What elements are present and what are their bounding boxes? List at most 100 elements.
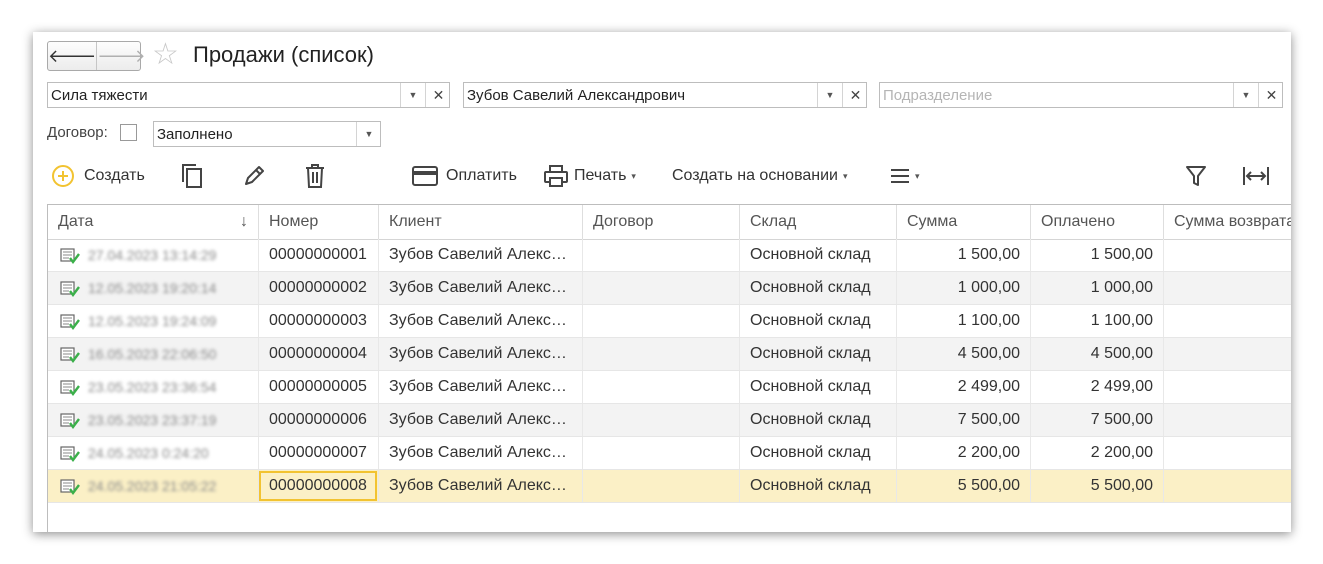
column-header-paid[interactable]: Оплачено — [1030, 205, 1163, 239]
client-field[interactable]: Зубов Савелий Александрович ▼ ✕ — [463, 82, 867, 108]
column-header-date[interactable]: Дата ↓ — [48, 205, 258, 239]
favorite-star-icon[interactable]: ☆ — [152, 40, 179, 70]
cell-client[interactable]: Зубов Савелий Александрович — [378, 338, 582, 370]
cell-contract[interactable] — [582, 272, 739, 304]
delete-button[interactable] — [303, 162, 327, 190]
cell-paid[interactable]: 2 499,00 — [1030, 371, 1163, 403]
division-field[interactable]: Подразделение ▼ ✕ — [879, 82, 1283, 108]
cell-paid[interactable]: 7 500,00 — [1030, 404, 1163, 436]
cell-number[interactable]: 00000000002 — [258, 272, 378, 304]
cell-warehouse[interactable]: Основной склад — [739, 371, 896, 403]
cell-warehouse[interactable]: Основной склад — [739, 437, 896, 469]
column-header-number[interactable]: Номер — [258, 205, 378, 239]
cell-number[interactable]: 00000000001 — [258, 239, 378, 271]
column-header-contract[interactable]: Договор — [582, 205, 739, 239]
division-dropdown-icon[interactable]: ▼ — [1233, 83, 1258, 107]
cell-sum[interactable]: 2 200,00 — [896, 437, 1030, 469]
cell-warehouse[interactable]: Основной склад — [739, 470, 896, 502]
client-dropdown-icon[interactable]: ▼ — [817, 83, 842, 107]
cell-number[interactable]: 00000000005 — [258, 371, 378, 403]
cell-date[interactable]: 23.05.2023 23:37:19 — [48, 404, 258, 436]
cell-contract[interactable] — [582, 470, 739, 502]
cell-contract[interactable] — [582, 338, 739, 370]
table-row[interactable]: 12.05.2023 19:20:14 00000000002 Зубов Саве… — [48, 272, 1291, 305]
cell-date[interactable]: 12.05.2023 19:24:09 — [48, 305, 258, 337]
contract-filter-checkbox[interactable] — [120, 124, 137, 141]
cell-date[interactable]: 23.05.2023 23:36:54 — [48, 371, 258, 403]
cell-contract[interactable] — [582, 404, 739, 436]
print-button[interactable]: Печать ▾ — [543, 162, 636, 190]
contract-filter-select[interactable]: Заполнено ▼ — [153, 121, 381, 147]
table-row[interactable]: 16.05.2023 22:06:50 00000000004 Зубов Саве… — [48, 338, 1291, 371]
cell-contract[interactable] — [582, 437, 739, 469]
edit-button[interactable] — [241, 162, 267, 190]
cell-sum[interactable]: 1 100,00 — [896, 305, 1030, 337]
cell-warehouse[interactable]: Основной склад — [739, 404, 896, 436]
pay-button[interactable]: Оплатить — [412, 162, 517, 190]
more-menu-button[interactable]: ▾ — [890, 162, 920, 190]
cell-refund[interactable] — [1163, 437, 1291, 469]
cell-warehouse[interactable]: Основной склад — [739, 338, 896, 370]
cell-paid[interactable]: 5 500,00 — [1030, 470, 1163, 502]
cell-number[interactable]: 00000000007 — [258, 437, 378, 469]
cell-warehouse[interactable]: Основной склад — [739, 272, 896, 304]
cell-paid[interactable]: 1 100,00 — [1030, 305, 1163, 337]
cell-date[interactable]: 27.04.2023 13:14:29 — [48, 239, 258, 271]
cell-warehouse[interactable]: Основной склад — [739, 239, 896, 271]
cell-client[interactable]: Зубов Савелий Александрович — [378, 305, 582, 337]
cell-refund[interactable] — [1163, 404, 1291, 436]
cell-sum[interactable]: 5 500,00 — [896, 470, 1030, 502]
cell-refund[interactable] — [1163, 272, 1291, 304]
back-button[interactable]: 🡐 — [48, 42, 96, 70]
cell-number[interactable]: 00000000004 — [258, 338, 378, 370]
cell-client[interactable]: Зубов Савелий Александрович — [378, 470, 582, 502]
organization-field[interactable]: Сила тяжести ▼ ✕ — [47, 82, 450, 108]
filter-button[interactable] — [1185, 162, 1207, 190]
cell-refund[interactable] — [1163, 470, 1291, 502]
column-header-client[interactable]: Клиент — [378, 205, 582, 239]
cell-date[interactable]: 24.05.2023 0:24:20 — [48, 437, 258, 469]
table-row[interactable]: 24.05.2023 21:05:22 00000000008 Зубов Саве… — [48, 470, 1291, 503]
copy-button[interactable] — [180, 162, 204, 190]
cell-refund[interactable] — [1163, 239, 1291, 271]
cell-sum[interactable]: 4 500,00 — [896, 338, 1030, 370]
cell-client[interactable]: Зубов Савелий Александрович — [378, 272, 582, 304]
table-row[interactable]: 12.05.2023 19:24:09 00000000003 Зубов Саве… — [48, 305, 1291, 338]
table-row[interactable]: 23.05.2023 23:37:19 00000000006 Зубов Саве… — [48, 404, 1291, 437]
column-header-sum[interactable]: Сумма — [896, 205, 1030, 239]
cell-paid[interactable]: 1 500,00 — [1030, 239, 1163, 271]
cell-contract[interactable] — [582, 371, 739, 403]
cell-number[interactable]: 00000000006 — [258, 404, 378, 436]
cell-client[interactable]: Зубов Савелий Александрович — [378, 437, 582, 469]
cell-date[interactable]: 12.05.2023 19:20:14 — [48, 272, 258, 304]
cell-warehouse[interactable]: Основной склад — [739, 305, 896, 337]
cell-sum[interactable]: 1 000,00 — [896, 272, 1030, 304]
cell-paid[interactable]: 4 500,00 — [1030, 338, 1163, 370]
cell-date[interactable]: 24.05.2023 21:05:22 — [48, 470, 258, 502]
cell-paid[interactable]: 2 200,00 — [1030, 437, 1163, 469]
organization-dropdown-icon[interactable]: ▼ — [400, 83, 425, 107]
cell-refund[interactable] — [1163, 305, 1291, 337]
cell-date[interactable]: 16.05.2023 22:06:50 — [48, 338, 258, 370]
cell-sum[interactable]: 7 500,00 — [896, 404, 1030, 436]
forward-button[interactable]: 🡒 — [96, 42, 146, 70]
cell-contract[interactable] — [582, 305, 739, 337]
cell-paid[interactable]: 1 000,00 — [1030, 272, 1163, 304]
cell-number[interactable]: 00000000003 — [258, 305, 378, 337]
cell-client[interactable]: Зубов Савелий Александрович — [378, 239, 582, 271]
organization-clear-icon[interactable]: ✕ — [425, 83, 451, 107]
column-width-button[interactable] — [1242, 162, 1270, 190]
cell-sum[interactable]: 1 500,00 — [896, 239, 1030, 271]
cell-contract[interactable] — [582, 239, 739, 271]
client-clear-icon[interactable]: ✕ — [842, 83, 868, 107]
create-based-on-button[interactable]: Создать на основании ▾ — [672, 162, 848, 190]
cell-client[interactable]: Зубов Савелий Александрович — [378, 404, 582, 436]
cell-number[interactable]: 00000000008 — [258, 470, 378, 502]
cell-client[interactable]: Зубов Савелий Александрович — [378, 371, 582, 403]
cell-refund[interactable] — [1163, 371, 1291, 403]
column-header-refund[interactable]: Сумма возврата — [1163, 205, 1291, 239]
create-button[interactable]: Создать — [51, 162, 145, 190]
contract-filter-dropdown-icon[interactable]: ▼ — [356, 122, 381, 146]
column-header-warehouse[interactable]: Склад — [739, 205, 896, 239]
cell-sum[interactable]: 2 499,00 — [896, 371, 1030, 403]
